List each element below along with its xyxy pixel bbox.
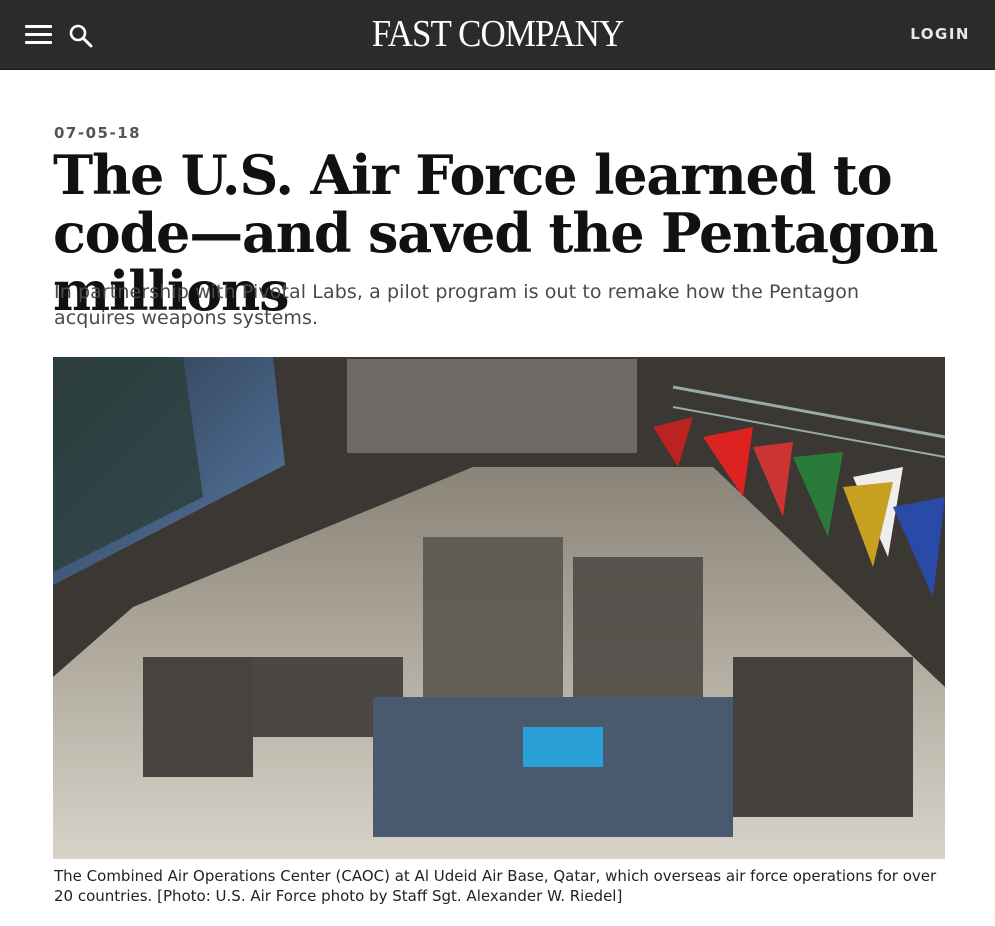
article-photo: [53, 357, 945, 859]
article-dek: In partnership with Pivotal Labs, a pilo…: [54, 281, 860, 329]
photo-caption: The Combined Air Operations Center (CAOC…: [54, 867, 937, 905]
login-link[interactable]: LOGIN: [910, 25, 970, 43]
site-logo[interactable]: FAST COMPANY: [40, 12, 955, 56]
site-header: FAST COMPANY LOGIN: [0, 0, 995, 70]
article-date: 07-05-18: [54, 124, 142, 142]
